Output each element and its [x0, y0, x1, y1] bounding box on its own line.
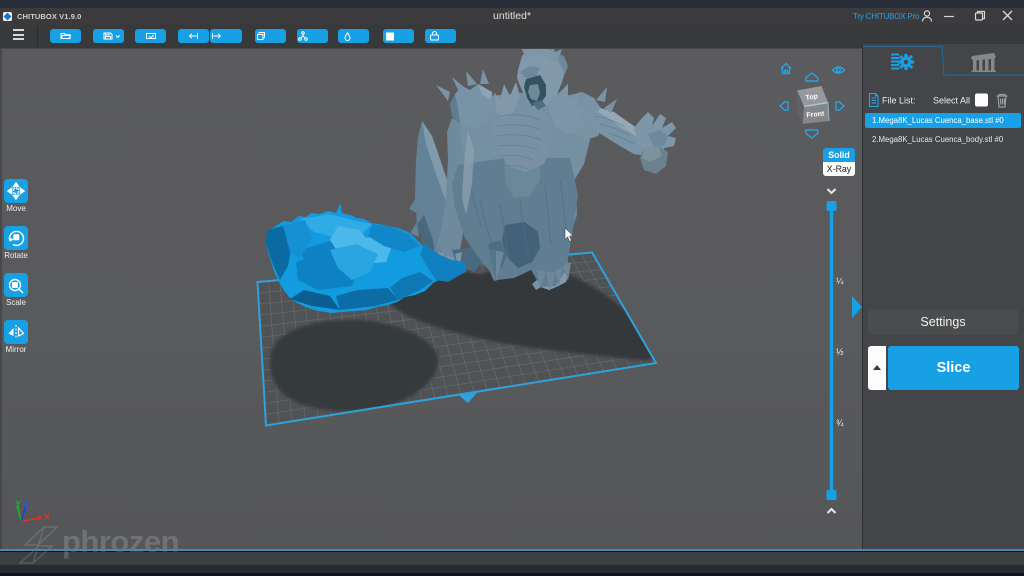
- svg-text:½: ½: [836, 347, 844, 357]
- svg-text:Select All: Select All: [933, 96, 970, 106]
- svg-text:File List:: File List:: [882, 96, 916, 106]
- svg-text:¾: ¾: [836, 418, 844, 428]
- svg-text:phrozen: phrozen: [62, 524, 179, 559]
- svg-text:¼: ¼: [836, 276, 844, 286]
